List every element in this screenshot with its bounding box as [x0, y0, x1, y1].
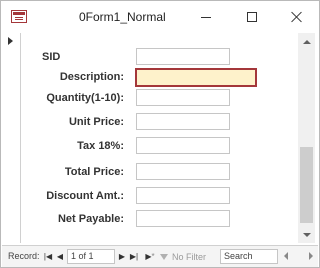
vertical-scrollbar[interactable]: [298, 33, 315, 243]
minimize-icon: [201, 16, 211, 18]
close-button[interactable]: [274, 1, 320, 33]
sid-field[interactable]: [136, 48, 230, 65]
quantity-label: Quantity(1-10):: [46, 92, 124, 104]
last-record-icon[interactable]: ▶|: [128, 250, 140, 263]
title-bar[interactable]: 0Form1_Normal: [1, 1, 319, 33]
form-body: SID Description: Quantity(1-10): Unit Pr…: [22, 33, 298, 243]
horizontal-scrollbar[interactable]: [282, 250, 315, 263]
net-payable-label: Net Payable:: [57, 213, 124, 225]
maximize-button[interactable]: [229, 1, 275, 33]
sid-label: SID: [42, 51, 61, 63]
tax-field[interactable]: [136, 137, 230, 154]
record-selector[interactable]: [2, 33, 21, 243]
search-input[interactable]: Search: [220, 249, 278, 264]
next-record-icon[interactable]: ▶: [117, 250, 127, 263]
form-icon: [11, 10, 27, 23]
minimize-button[interactable]: [183, 1, 229, 33]
total-price-field[interactable]: [136, 163, 230, 180]
filter-label: No Filter: [172, 251, 207, 262]
tax-label: Tax 18%:: [77, 140, 124, 152]
close-icon: [291, 11, 303, 23]
record-label: Record:: [8, 251, 40, 261]
current-record-icon: [8, 37, 13, 45]
total-price-label: Total Price:: [64, 166, 124, 178]
previous-record-icon[interactable]: ◀: [55, 250, 65, 263]
scroll-thumb[interactable]: [300, 147, 313, 223]
new-record-icon[interactable]: ▶ *: [143, 250, 157, 263]
unit-price-label: Unit Price:: [68, 116, 124, 128]
quantity-field[interactable]: [136, 89, 230, 106]
discount-label: Discount Amt.:: [46, 190, 124, 202]
scroll-down-button[interactable]: [298, 226, 315, 243]
unit-price-field[interactable]: [136, 113, 230, 130]
record-position-input[interactable]: 1 of 1: [67, 249, 115, 264]
description-label: Description:: [59, 71, 124, 83]
discount-field[interactable]: [136, 187, 230, 204]
chevron-up-icon: [302, 39, 311, 44]
description-field[interactable]: [135, 68, 257, 87]
filter-toggle[interactable]: No Filter: [160, 249, 216, 264]
form-window: 0Form1_Normal SID Description: Quantity(…: [0, 0, 320, 268]
chevron-right-icon[interactable]: [309, 252, 313, 260]
filter-icon: [160, 253, 168, 260]
record-navigation-bar: Record: |◀ ◀ 1 of 1 ▶ ▶| ▶ * No Filter Se…: [2, 245, 318, 267]
scroll-up-button[interactable]: [298, 33, 315, 50]
chevron-down-icon: [302, 232, 311, 237]
maximize-icon: [247, 12, 257, 22]
first-record-icon[interactable]: |◀: [42, 250, 54, 263]
window-title: 0Form1_Normal: [79, 10, 166, 24]
chevron-left-icon[interactable]: [284, 252, 288, 260]
net-payable-field[interactable]: [136, 210, 230, 227]
